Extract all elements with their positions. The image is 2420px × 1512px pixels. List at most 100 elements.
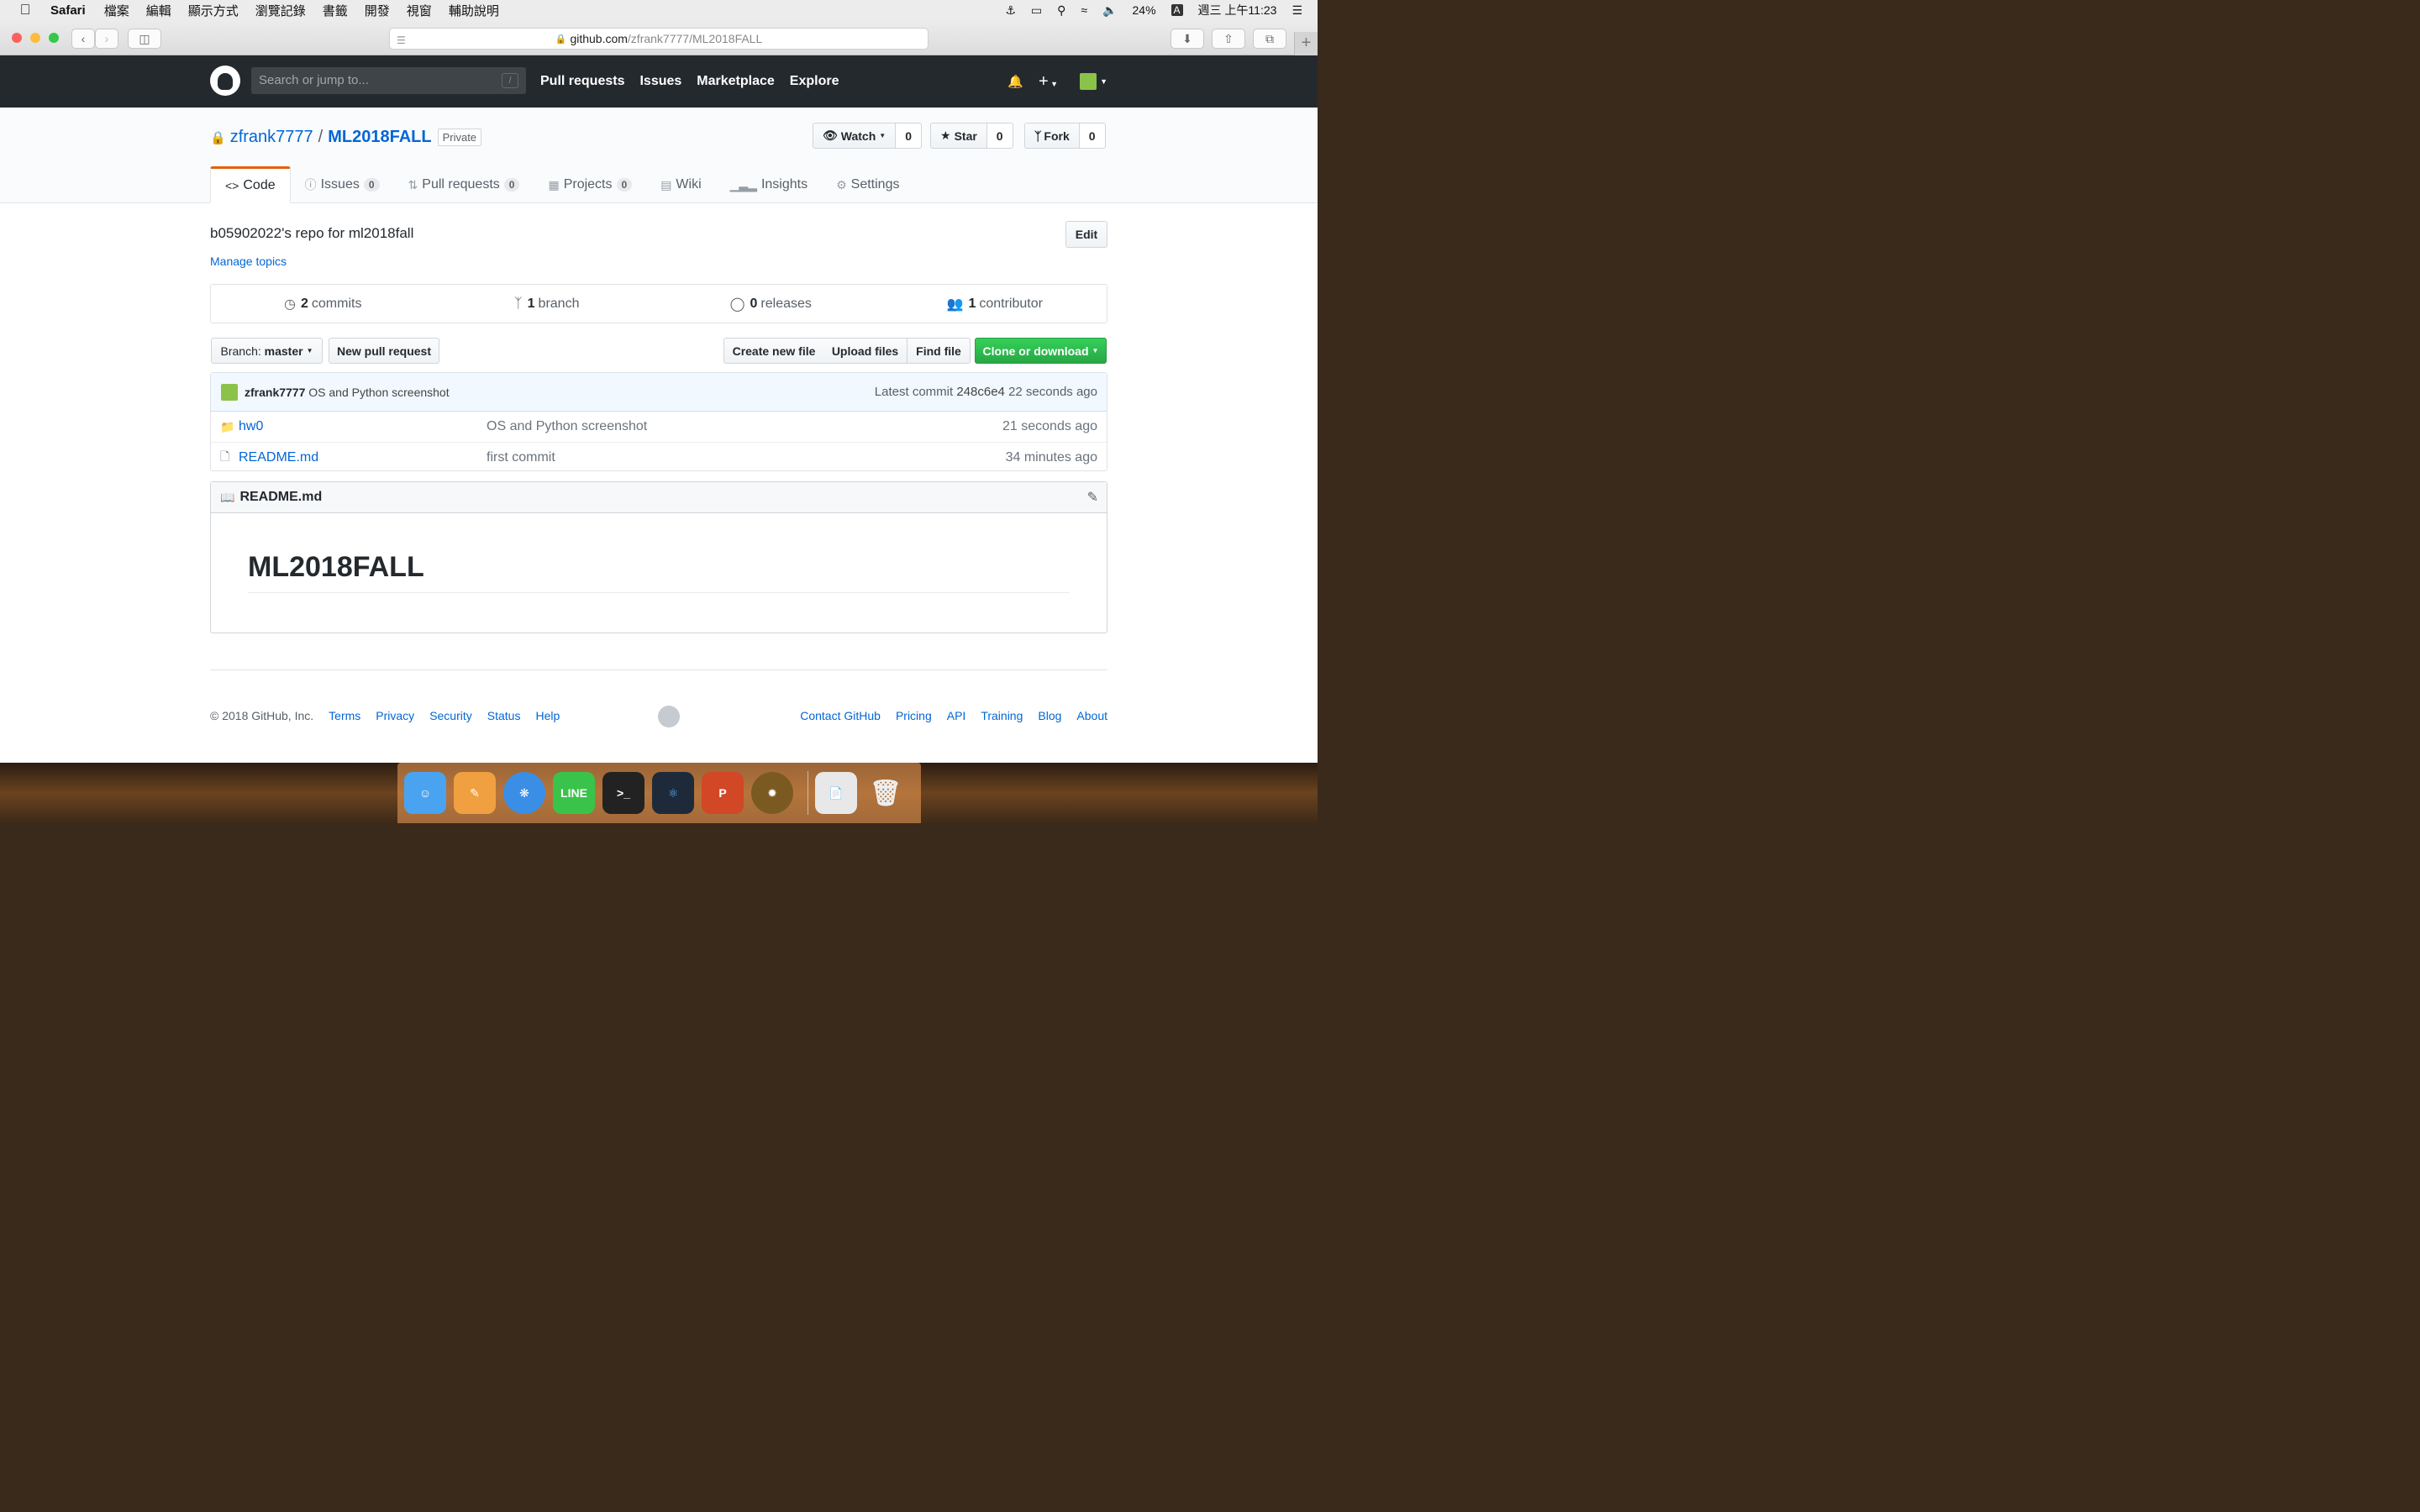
file-commit-message[interactable]: OS and Python screenshot: [487, 419, 647, 434]
repo-name-link[interactable]: ML2018FALL: [328, 128, 431, 147]
caret-down-icon[interactable]: ▼: [1100, 77, 1107, 86]
footer-link-api[interactable]: API: [947, 709, 966, 722]
edit-description-button[interactable]: Edit: [1065, 221, 1107, 248]
footer-link-blog[interactable]: Blog: [1038, 709, 1061, 722]
book-icon: ▤: [660, 177, 672, 192]
watch-button[interactable]: 👁 Watch ▼: [813, 123, 897, 149]
menu-bookmarks[interactable]: 書籤: [323, 2, 348, 19]
tab-overview-button[interactable]: ⧉: [1253, 29, 1286, 49]
menu-app-name[interactable]: Safari: [50, 3, 86, 18]
github-logo-icon[interactable]: [210, 66, 240, 96]
nav-explore[interactable]: Explore: [790, 74, 839, 89]
branches-link[interactable]: ᛉ 1 branch: [435, 285, 660, 323]
commits-link[interactable]: ◷ 2 commits: [211, 285, 435, 323]
menubar-clock[interactable]: 週三 上午11:23: [1198, 2, 1277, 18]
menu-history[interactable]: 瀏覽記錄: [255, 2, 306, 19]
create-new-dropdown[interactable]: + ▼: [1039, 72, 1058, 92]
battery-percent[interactable]: 24%: [1133, 3, 1156, 17]
commit-sha[interactable]: 248c6e4: [956, 385, 1005, 399]
github-mark-icon[interactable]: [658, 706, 680, 727]
nav-marketplace[interactable]: Marketplace: [697, 74, 775, 89]
manage-topics-link[interactable]: Manage topics: [210, 255, 287, 268]
dock-atom-icon[interactable]: ⚛: [652, 772, 694, 814]
commit-author[interactable]: zfrank7777: [245, 386, 305, 399]
footer-link-contact[interactable]: Contact GitHub: [800, 709, 881, 722]
upload-files-button[interactable]: Upload files: [823, 338, 908, 364]
footer-link-security[interactable]: Security: [429, 709, 472, 722]
tab-code[interactable]: <> Code: [210, 166, 291, 203]
dock-line-icon[interactable]: LINE: [553, 772, 595, 814]
dock-hearthstone-icon[interactable]: ✹: [751, 772, 793, 814]
branch-select-button[interactable]: Branch: master ▼: [211, 338, 323, 364]
fork-button[interactable]: ᛉ Fork: [1024, 123, 1080, 149]
menu-edit[interactable]: 編輯: [146, 2, 171, 19]
address-bar[interactable]: ☰ 🔒 github.com/zfrank7777/ML2018FALL: [389, 28, 929, 50]
tab-settings[interactable]: ⚙ Settings: [822, 166, 913, 203]
file-name-link[interactable]: hw0: [239, 419, 263, 434]
create-new-file-button[interactable]: Create new file: [723, 338, 824, 364]
reader-icon[interactable]: ☰: [397, 34, 406, 46]
volume-icon[interactable]: 🔈: [1102, 3, 1117, 18]
back-button[interactable]: ‹: [71, 29, 95, 49]
close-window-button[interactable]: [12, 33, 22, 43]
menu-window[interactable]: 視窗: [407, 2, 432, 19]
bell-icon[interactable]: 🔔: [1007, 74, 1023, 89]
search-input[interactable]: Search or jump to... /: [251, 67, 526, 94]
menu-view[interactable]: 顯示方式: [188, 2, 239, 19]
avatar[interactable]: [1080, 73, 1097, 90]
menu-develop[interactable]: 開發: [365, 2, 390, 19]
dock-pages-icon[interactable]: ✎: [454, 772, 496, 814]
dock-finder-icon[interactable]: ☺: [404, 772, 446, 814]
tab-pull-requests[interactable]: ⇅ Pull requests 0: [394, 166, 534, 203]
menu-help[interactable]: 輔助說明: [449, 2, 499, 19]
footer-link-privacy[interactable]: Privacy: [376, 709, 414, 722]
minimize-window-button[interactable]: [30, 33, 40, 43]
star-button[interactable]: ★ Star: [930, 123, 987, 149]
dock-document-icon[interactable]: 📄: [815, 772, 857, 814]
forward-button[interactable]: ›: [95, 29, 118, 49]
dock-trash-icon[interactable]: 🗑: [865, 772, 907, 814]
notification-center-icon[interactable]: ☰: [1292, 3, 1302, 18]
footer-link-training[interactable]: Training: [981, 709, 1023, 722]
commit-message[interactable]: OS and Python screenshot: [308, 386, 449, 399]
downloads-button[interactable]: ⬇: [1171, 29, 1204, 49]
contributors-link[interactable]: 👥 1 contributor: [883, 285, 1107, 323]
input-method-icon[interactable]: A: [1171, 4, 1183, 16]
sidebar-toggle-button[interactable]: ◫: [128, 29, 161, 49]
footer-link-pricing[interactable]: Pricing: [896, 709, 932, 722]
avatar[interactable]: [221, 383, 238, 401]
find-file-button[interactable]: Find file: [907, 338, 971, 364]
nav-pull-requests[interactable]: Pull requests: [540, 74, 624, 89]
spotlight-search-icon[interactable]: ⚲: [1057, 3, 1065, 18]
tab-projects[interactable]: ▦ Projects 0: [534, 166, 646, 203]
footer-link-help[interactable]: Help: [535, 709, 560, 722]
nav-issues[interactable]: Issues: [639, 74, 681, 89]
star-count[interactable]: 0: [986, 123, 1013, 149]
zoom-window-button[interactable]: [49, 33, 59, 43]
new-pull-request-button[interactable]: New pull request: [329, 338, 439, 364]
tab-issues[interactable]: ⓘ Issues 0: [291, 166, 394, 203]
footer-link-status[interactable]: Status: [487, 709, 521, 722]
dock-safari-icon[interactable]: ❋: [503, 772, 545, 814]
dock-powerpoint-icon[interactable]: P: [702, 772, 744, 814]
airplay-icon[interactable]: ▭: [1031, 3, 1042, 18]
tab-wiki[interactable]: ▤ Wiki: [646, 166, 715, 203]
releases-link[interactable]: ◯ 0 releases: [659, 285, 883, 323]
watch-count[interactable]: 0: [896, 123, 922, 149]
apple-menu-icon[interactable]: : [0, 2, 50, 18]
docker-icon[interactable]: ⚓: [1005, 3, 1016, 18]
dock-terminal-icon[interactable]: >_: [602, 772, 644, 814]
tab-insights[interactable]: ▁▃▂ Insights: [716, 166, 822, 203]
footer-link-terms[interactable]: Terms: [329, 709, 360, 722]
file-name-link[interactable]: README.md: [239, 450, 318, 465]
fork-count[interactable]: 0: [1079, 123, 1106, 149]
repo-owner-link[interactable]: zfrank7777: [230, 128, 313, 147]
new-tab-button[interactable]: +: [1294, 32, 1318, 55]
footer-link-about[interactable]: About: [1076, 709, 1107, 722]
wifi-icon[interactable]: ≈: [1081, 3, 1087, 17]
menu-file[interactable]: 檔案: [104, 2, 129, 19]
share-button[interactable]: ⇧: [1212, 29, 1245, 49]
file-commit-message[interactable]: first commit: [487, 450, 555, 465]
clone-or-download-button[interactable]: Clone or download ▼: [975, 338, 1107, 364]
pencil-icon[interactable]: ✎: [1087, 489, 1098, 506]
